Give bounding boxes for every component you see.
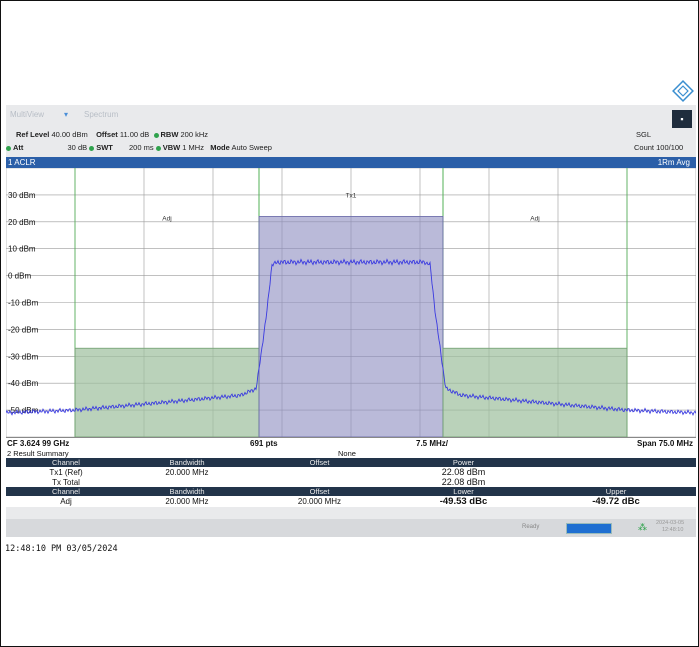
table-header-row: Channel Bandwidth Offset Power — [6, 458, 696, 467]
center-frequency[interactable]: CF 3.624 99 GHz — [7, 439, 69, 448]
channel-bar-adj-2 — [442, 347, 628, 437]
y-tick-label: -40 dBm — [8, 379, 39, 388]
y-tick-label: 20 dBm — [8, 218, 36, 227]
table-row: Tx Total 22.08 dBm — [6, 477, 696, 487]
span[interactable]: Span 75.0 MHz — [637, 439, 693, 448]
y-tick-label: 0 dBm — [8, 272, 31, 281]
column-header: Offset — [248, 458, 391, 467]
result-summary-table: Channel Bandwidth Offset Power Tx1 (Ref)… — [6, 458, 696, 507]
column-header: Upper — [536, 487, 696, 496]
table-header-row: Channel Bandwidth Offset Lower Upper — [6, 487, 696, 496]
swt-value[interactable]: 200 ms — [129, 143, 154, 152]
column-header-empty — [536, 458, 696, 467]
aclr-plot[interactable]: 30 dBm 20 dBm 10 dBm 0 dBm -10 dBm -20 dBm -30… — [6, 168, 696, 437]
channel-label: Adj — [530, 215, 539, 222]
offset-cell — [248, 477, 391, 487]
power-cell: 22.08 dBm — [441, 477, 486, 487]
rbw-value[interactable]: 200 kHz — [181, 130, 209, 139]
tab-dropdown-icon[interactable]: ▾ — [64, 110, 68, 119]
lower-cell: -49.53 dBc — [439, 496, 488, 507]
ready-status: Ready — [522, 524, 540, 530]
channel-label: Adj — [162, 215, 171, 222]
swt-coupled-icon — [89, 145, 95, 151]
rbw-coupled-icon — [153, 132, 159, 138]
channel-cell: Tx Total — [52, 477, 80, 487]
tab-bar: MultiView ▾ Spectrum ▪ — [6, 108, 696, 128]
rbw-label: RBW — [160, 130, 179, 139]
progress-bar — [566, 523, 612, 534]
column-header: Offset — [248, 487, 391, 496]
channel-bar-tx1-1 — [258, 216, 444, 437]
sweep-points: 691 pts — [250, 439, 278, 448]
channel-bar-adj-0 — [74, 347, 260, 437]
mode-label: Mode — [210, 143, 230, 152]
column-header: Channel — [6, 458, 126, 467]
status-time: 12:48:10 — [662, 527, 684, 533]
column-header: Power — [391, 458, 536, 467]
analyzer-screen: MultiView ▾ Spectrum ▪ Ref Level 40.00 d… — [6, 105, 696, 537]
result-summary-header: 2 Result Summary None — [6, 448, 696, 458]
empty-cell — [536, 477, 696, 487]
channel-cell: Tx1 (Ref) — [49, 467, 83, 477]
column-header: Channel — [6, 487, 126, 496]
offset-value[interactable]: 11.00 dB — [120, 130, 149, 139]
result-summary-mode: None — [338, 449, 356, 458]
bandwidth-cell — [126, 477, 248, 487]
channel-label: Tx1 — [346, 193, 357, 200]
window-title: 1 ACLR — [8, 158, 36, 167]
column-header: Lower — [391, 487, 536, 496]
column-header: Bandwidth — [126, 487, 248, 496]
window-titlebar: 1 ACLR 1Rm Avg — [6, 157, 696, 168]
y-tick-label: 30 dBm — [8, 191, 36, 200]
offset-cell — [248, 467, 391, 477]
vbw-coupled-icon — [155, 145, 161, 151]
bandwidth-cell: 20.000 MHz — [165, 467, 209, 477]
vbw-value[interactable]: 1 MHz — [182, 143, 204, 152]
att-label: Att — [13, 143, 24, 152]
status-bar: Ready ⁂ 2024-03-05 12:48:10 — [6, 519, 696, 537]
network-icon: ⁂ — [638, 522, 647, 532]
swt-label: SWT — [96, 143, 113, 152]
mode-value[interactable]: Auto Sweep — [231, 143, 271, 152]
sgl-indicator: SGL — [636, 130, 652, 139]
trace-label: 1Rm Avg — [657, 158, 690, 167]
table-row: Adj 20.000 MHz 20.000 MHz -49.53 dBc -49… — [6, 496, 696, 507]
ref-level-value[interactable]: 40.00 dBm — [51, 130, 87, 139]
result-summary-title: 2 Result Summary — [7, 449, 69, 458]
menu-button[interactable]: ▪ — [672, 110, 692, 128]
rohde-schwarz-logo — [672, 80, 694, 102]
division: 7.5 MHz/ — [416, 439, 449, 448]
y-tick-label: -20 dBm — [8, 325, 39, 334]
upper-cell: -49.72 dBc — [592, 496, 640, 507]
tab-spectrum[interactable]: Spectrum — [84, 110, 118, 119]
power-cell: 22.08 dBm — [441, 467, 486, 477]
table-row: Tx1 (Ref) 20.000 MHz 22.08 dBm — [6, 467, 696, 477]
offset-label: Offset — [96, 130, 118, 139]
y-tick-label: 10 dBm — [8, 245, 36, 254]
status-date: 2024-03-05 — [656, 520, 685, 526]
bandwidth-cell: 20.000 MHz — [165, 497, 209, 506]
att-coupled-icon — [6, 145, 11, 151]
ref-level-label: Ref Level — [16, 130, 50, 139]
printout-timestamp: 12:48:10 PM 03/05/2024 — [5, 544, 118, 554]
settings-line-2: Att 30 dB SWT 200 ms VBW 1 MHz Mode Auto… — [6, 143, 272, 152]
att-value[interactable]: 30 dB — [68, 143, 88, 152]
settings-line-1: Ref Level 40.00 dBm Offset 11.00 dB RBW … — [16, 130, 208, 139]
empty-cell — [536, 467, 696, 477]
sweep-count: Count 100/100 — [634, 143, 684, 152]
column-header: Bandwidth — [126, 458, 248, 467]
y-tick-label: -30 dBm — [8, 352, 39, 361]
y-tick-label: -10 dBm — [8, 299, 39, 308]
offset-cell: 20.000 MHz — [297, 497, 342, 506]
vbw-label: VBW — [162, 143, 181, 152]
tab-multiview[interactable]: MultiView — [10, 110, 44, 119]
channel-cell: Adj — [60, 497, 72, 506]
